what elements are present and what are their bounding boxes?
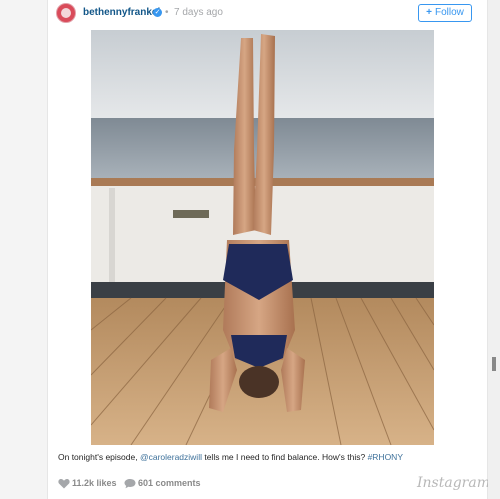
- heart-icon[interactable]: [58, 478, 70, 489]
- follow-button[interactable]: + Follow: [418, 4, 472, 22]
- instagram-logo[interactable]: Instagram: [417, 475, 490, 491]
- post-footer: 11.2k likes 601 comments Instagram: [48, 470, 490, 499]
- post-caption: On tonight's episode, @caroleradziwill t…: [58, 452, 478, 462]
- caption-text-start: On tonight's episode,: [58, 452, 140, 462]
- likes-count[interactable]: 11.2k likes: [72, 478, 117, 488]
- page-scrollbar[interactable]: [488, 0, 500, 499]
- plus-icon: +: [426, 7, 432, 18]
- follow-label: Follow: [434, 7, 464, 18]
- post-photo[interactable]: [91, 30, 434, 445]
- comments-count[interactable]: 601 comments: [138, 478, 201, 488]
- post-header: bethennyfrankel ✓ • 7 days ago + Follow: [48, 0, 489, 28]
- hashtag-link[interactable]: #RHONY: [368, 452, 403, 462]
- caption-text-end: tells me I need to find balance. How's t…: [201, 452, 368, 462]
- separator-dot: •: [165, 7, 169, 18]
- avatar[interactable]: [56, 3, 76, 23]
- comment-bubble-icon[interactable]: [124, 478, 136, 489]
- verified-badge-icon: ✓: [153, 8, 162, 17]
- instagram-embed-card: bethennyfrankel ✓ • 7 days ago +Follow: [47, 0, 490, 499]
- photo-headstand-on-deck: [91, 30, 434, 445]
- post-timestamp[interactable]: 7 days ago: [174, 7, 223, 18]
- username-link[interactable]: bethennyfrankel: [83, 7, 160, 18]
- scrollbar-thumb[interactable]: [492, 357, 496, 371]
- mention-link[interactable]: @caroleradziwill: [140, 452, 202, 462]
